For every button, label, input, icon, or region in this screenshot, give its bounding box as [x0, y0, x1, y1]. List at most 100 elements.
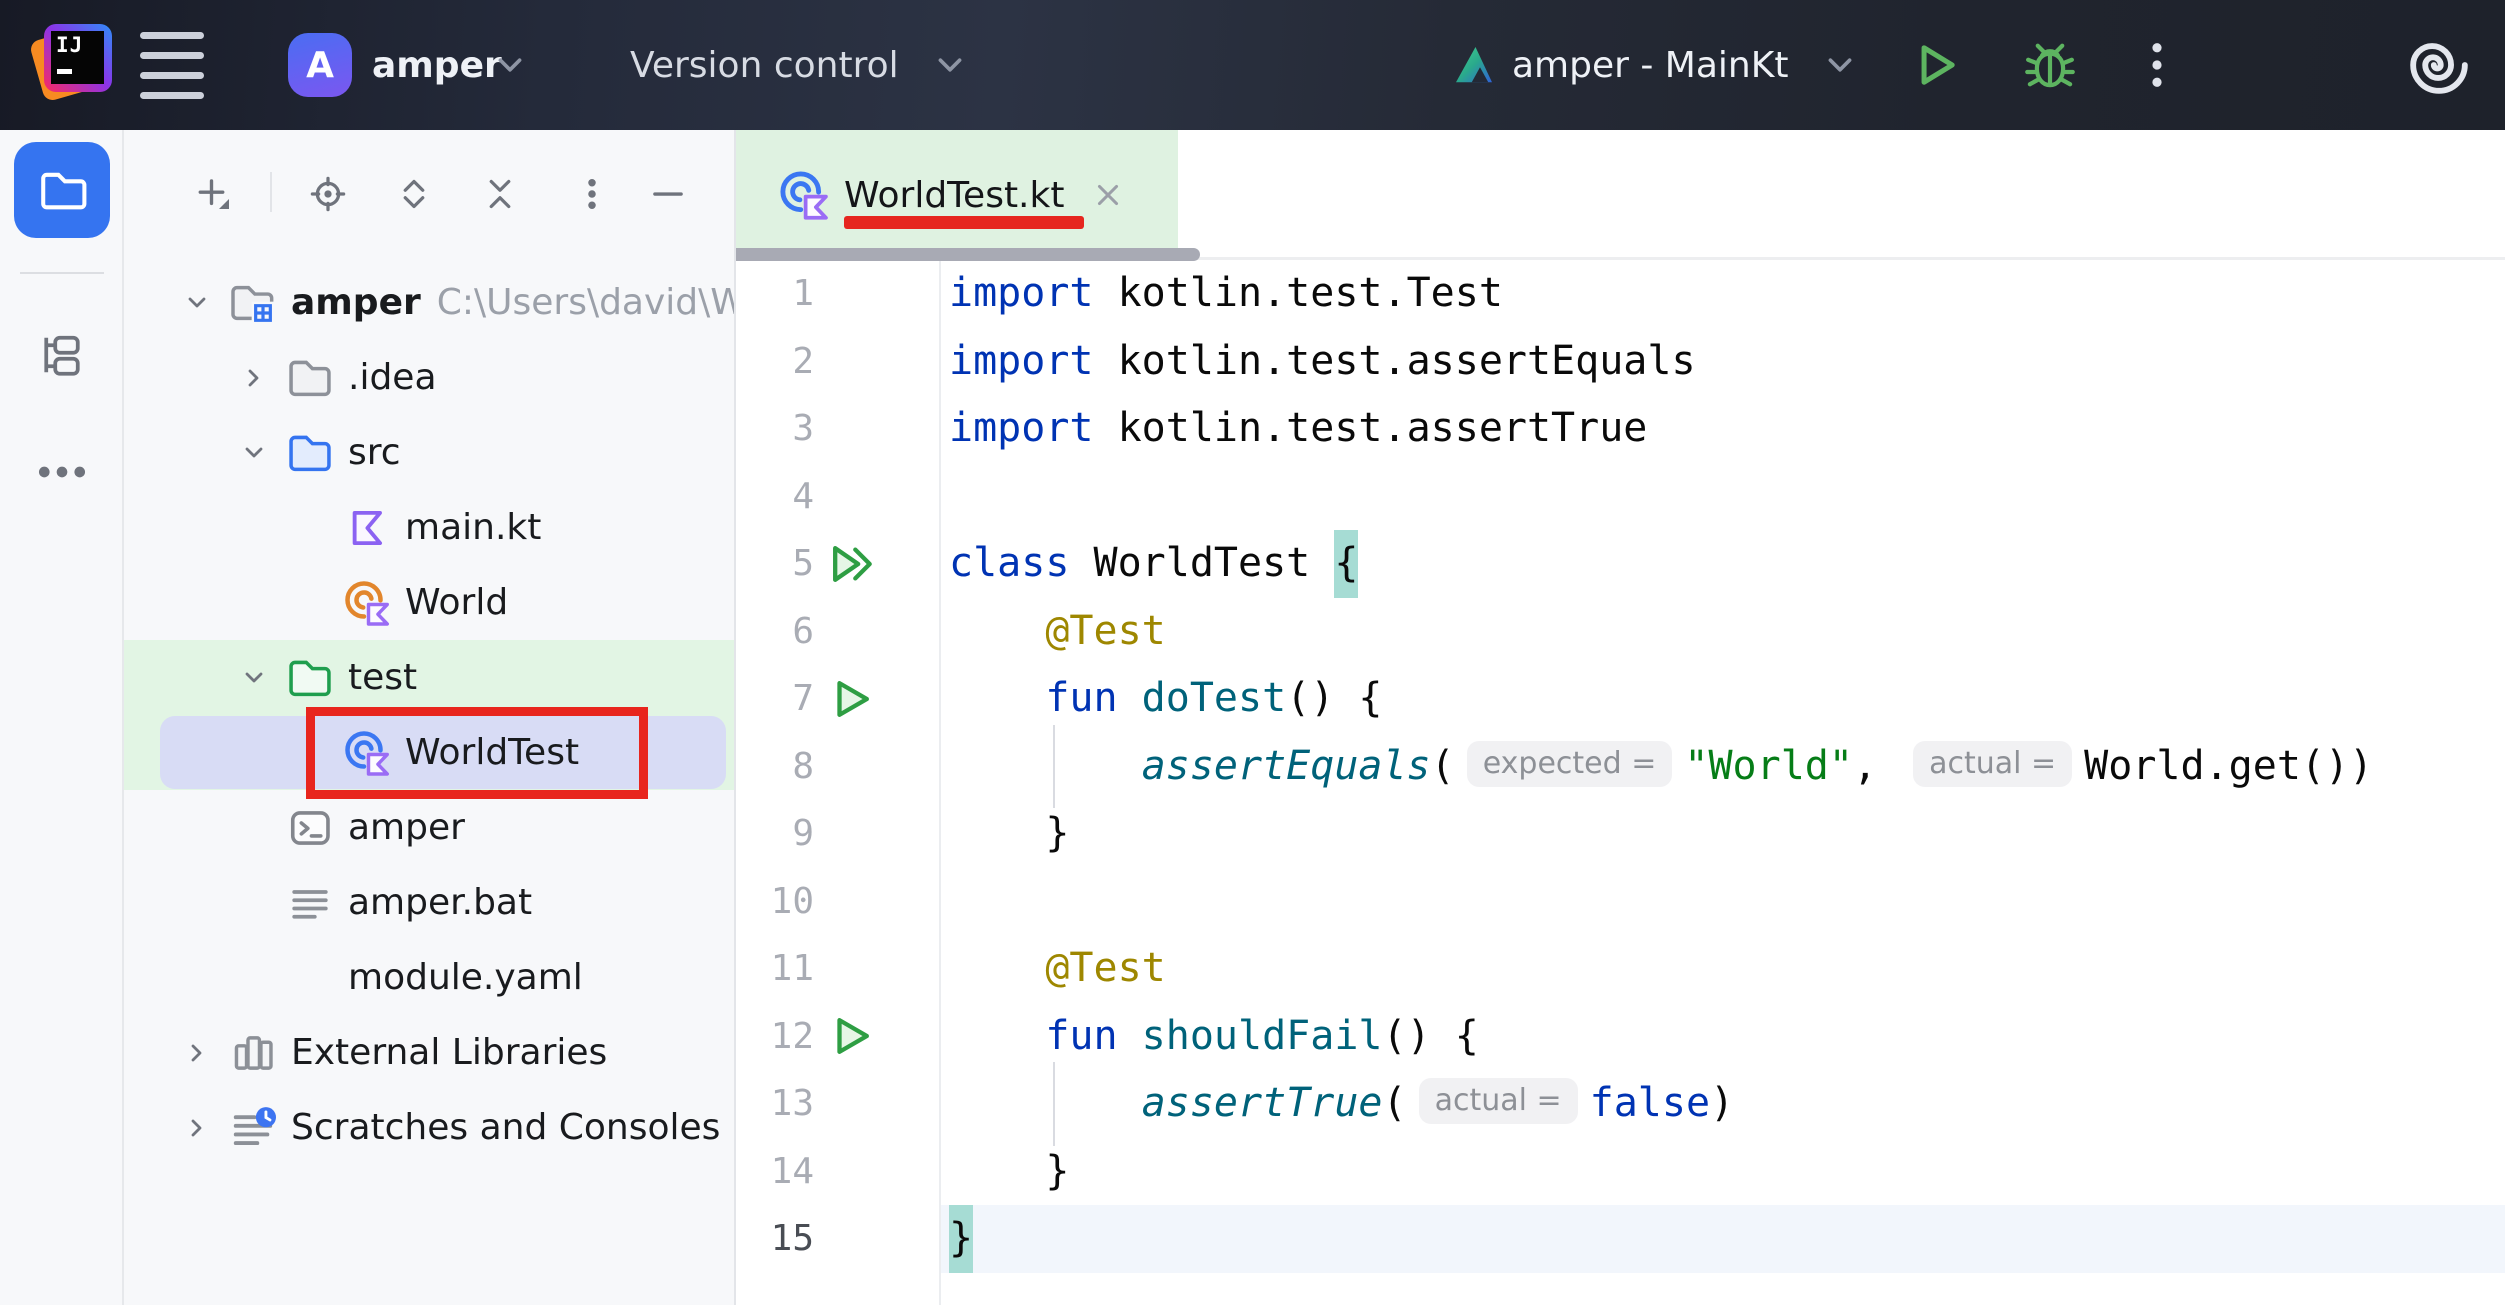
gutter-row: 10	[736, 868, 939, 936]
run-config-logo-icon	[1450, 0, 1498, 130]
debug-button[interactable]	[2022, 0, 2078, 130]
tree-row-amper[interactable]: amperC:\Users\david\W	[124, 265, 734, 340]
code-line-13[interactable]: assertTrue(actual =false)	[949, 1070, 2505, 1138]
code-line-2[interactable]: import kotlin.test.assertEquals	[949, 328, 2505, 396]
chevron-right-icon[interactable]	[225, 368, 282, 388]
editor-gutter: 12345 67 89101112 131415	[736, 260, 941, 1305]
run-configuration-selector[interactable]: amper - MainKt	[1512, 0, 1788, 130]
main-menu-icon[interactable]	[140, 0, 204, 130]
tab-active-indicator	[736, 248, 1200, 261]
run-button[interactable]	[1910, 0, 1960, 130]
run-icon[interactable]	[828, 1013, 874, 1059]
expand-all-button[interactable]	[394, 174, 434, 214]
tree-row-world[interactable]: World	[124, 565, 734, 640]
tree-row-module-yaml[interactable]: module.yaml	[124, 940, 734, 1015]
tree-row-main-kt[interactable]: main.kt	[124, 490, 734, 565]
more-actions-icon[interactable]	[2150, 0, 2164, 130]
folder-src-icon	[282, 430, 338, 476]
run-config-chevron-icon[interactable]	[1828, 0, 1852, 130]
line-number: 6	[736, 598, 814, 666]
code-line-14[interactable]: }	[949, 1138, 2505, 1206]
tree-row-src[interactable]: src	[124, 415, 734, 490]
tree-label: main.kt	[405, 507, 541, 548]
code-line-1[interactable]: import kotlin.test.Test	[949, 260, 2505, 328]
close-icon[interactable]	[1092, 179, 1124, 211]
chevron-down-icon[interactable]	[225, 668, 282, 688]
tree-row--idea[interactable]: .idea	[124, 340, 734, 415]
project-avatar[interactable]: A	[288, 33, 352, 97]
line-number: 3	[736, 395, 814, 463]
code-line-9[interactable]: }	[949, 800, 2505, 868]
chevron-down-icon[interactable]	[168, 293, 225, 313]
project-chevron-icon[interactable]	[498, 0, 522, 130]
more-horizontal-icon	[36, 463, 88, 481]
hide-panel-button[interactable]	[648, 174, 688, 214]
tree-label: Scratches and Consoles	[291, 1107, 720, 1148]
code-line-3[interactable]: import kotlin.test.assertTrue	[949, 395, 2505, 463]
structure-tool-window-button[interactable]	[0, 331, 124, 379]
add-button[interactable]	[194, 174, 234, 214]
structure-icon	[38, 331, 86, 379]
project-widget[interactable]: amper	[372, 0, 502, 130]
tree-row-amper[interactable]: amper	[124, 790, 734, 865]
run-icon[interactable]	[828, 676, 874, 722]
vcs-widget[interactable]: Version control	[630, 0, 899, 130]
code-line-5[interactable]: class WorldTest {	[949, 530, 2505, 598]
project-tool-window-button[interactable]	[14, 142, 110, 238]
tab-label: WorldTest.kt	[844, 175, 1064, 216]
run-config-name: amper - MainKt	[1512, 45, 1788, 86]
main-toolbar: IJ A amper Version control amper - MainK…	[0, 0, 2505, 130]
tree-row-worldtest[interactable]: WorldTest	[124, 715, 734, 790]
tree-row-amper-bat[interactable]: amper.bat	[124, 865, 734, 940]
chevron-right-icon[interactable]	[168, 1118, 225, 1138]
annotation-underline	[844, 216, 1084, 229]
panel-options-button[interactable]	[572, 174, 612, 214]
more-tool-windows-button[interactable]	[0, 463, 124, 481]
ai-swirl-icon[interactable]	[2408, 0, 2470, 130]
code-line-4[interactable]	[949, 463, 2505, 531]
code-line-8[interactable]: assertEquals(expected ="World", actual =…	[949, 733, 2505, 801]
logo-badge: IJ	[56, 35, 83, 56]
gutter-row: 12	[736, 1003, 939, 1071]
editor-tab-bar: WorldTest.kt	[736, 130, 2505, 260]
line-number: 14	[736, 1138, 814, 1206]
project-folder-icon	[36, 164, 88, 216]
tree-label: amper	[291, 282, 421, 323]
line-number: 2	[736, 328, 814, 396]
inlay-hint: expected =	[1467, 741, 1673, 787]
code-line-10[interactable]	[949, 868, 2505, 936]
code-line-12[interactable]: fun shouldFail() {	[949, 1003, 2505, 1071]
folder-test-icon	[282, 655, 338, 701]
tree-row-external-libraries[interactable]: External Libraries	[124, 1015, 734, 1090]
code-line-6[interactable]: @Test	[949, 598, 2505, 666]
collapse-all-button[interactable]	[480, 174, 520, 214]
gutter-row: 5	[736, 530, 939, 598]
scratches-icon	[225, 1105, 281, 1151]
code-line-7[interactable]: fun doTest() {	[949, 665, 2505, 733]
gutter-row: 1	[736, 260, 939, 328]
tab-worldtest-kt[interactable]: WorldTest.kt	[736, 130, 1178, 260]
run-all-icon[interactable]	[828, 541, 874, 587]
project-panel: amperC:\Users\david\W .idea src main.kt …	[124, 130, 736, 1305]
line-number: 13	[736, 1070, 814, 1138]
gutter-row: 6	[736, 598, 939, 666]
editor: WorldTest.kt 12345 67 89101112 131415 im…	[736, 130, 2505, 1305]
gutter-row: 8	[736, 733, 939, 801]
line-number: 15	[736, 1205, 814, 1273]
gutter-row: 14	[736, 1138, 939, 1206]
text-file-icon	[282, 881, 338, 925]
vcs-chevron-icon[interactable]	[938, 0, 962, 130]
tree-label: amper	[348, 807, 465, 848]
code-area[interactable]: import kotlin.test.Testimport kotlin.tes…	[941, 260, 2505, 1305]
line-number: 12	[736, 1003, 814, 1071]
locate-file-button[interactable]	[308, 174, 348, 214]
code-line-15[interactable]: }	[949, 1205, 2505, 1273]
chevron-right-icon[interactable]	[168, 1043, 225, 1063]
chevron-down-icon[interactable]	[225, 443, 282, 463]
tree-label: amper.bat	[348, 882, 532, 923]
tree-row-test[interactable]: test	[124, 640, 734, 715]
tree-row-scratches-and-consoles[interactable]: Scratches and Consoles	[124, 1090, 734, 1165]
code-line-11[interactable]: @Test	[949, 935, 2505, 1003]
gutter-row: 11	[736, 935, 939, 1003]
intellij-idea-logo-icon[interactable]: IJ	[36, 24, 116, 104]
